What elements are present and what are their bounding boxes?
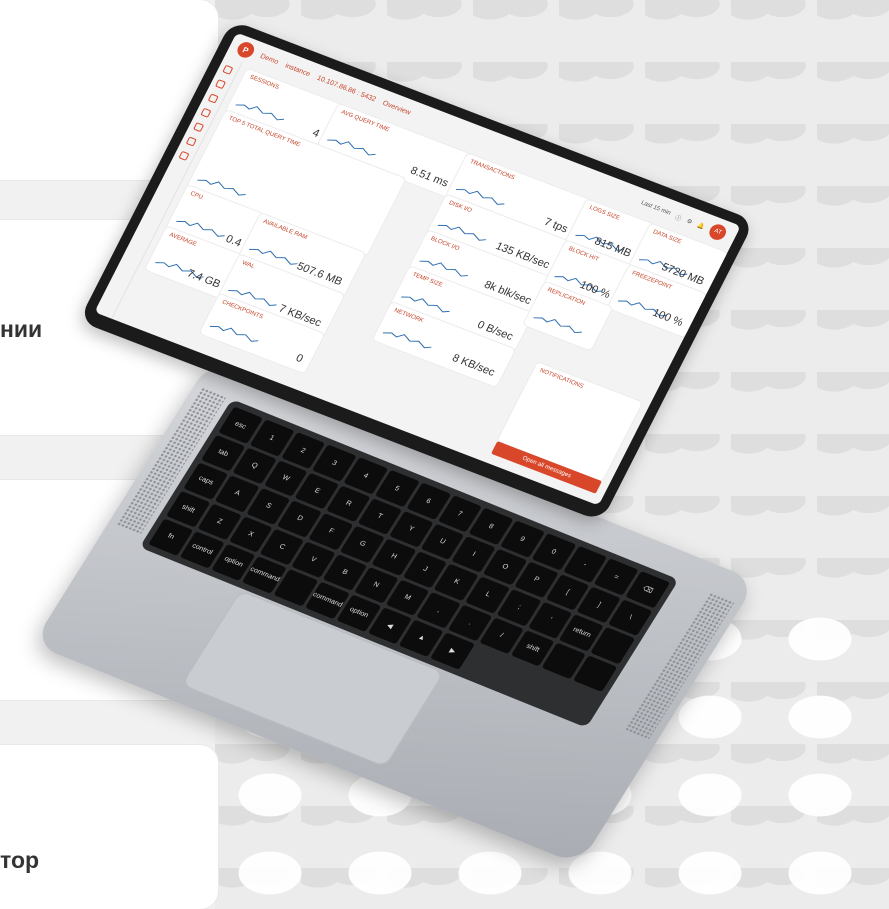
metric-label: WAL — [240, 260, 256, 271]
metric-value: 0.4 — [223, 233, 244, 250]
nav-icon[interactable] — [178, 150, 190, 161]
metric-label: DATA SIZE — [651, 229, 683, 246]
metric-value: 0 — [293, 352, 305, 366]
metric-label: DISK I/O — [447, 200, 473, 215]
sparkline-path — [209, 325, 259, 342]
sparkline — [533, 317, 582, 334]
metric-label: CPU — [189, 190, 204, 201]
breadcrumb-instance[interactable]: instance — [284, 62, 312, 78]
nav-icon[interactable] — [207, 93, 219, 104]
sparkline-path — [533, 317, 582, 334]
nav-icon[interactable] — [200, 107, 212, 118]
metric-value: 8.51 ms — [408, 164, 451, 190]
app-logo[interactable]: P — [234, 39, 257, 60]
info-icon[interactable]: ⓘ — [674, 212, 684, 223]
nav-icon[interactable] — [222, 64, 234, 75]
nav-icon[interactable] — [185, 136, 197, 147]
card-title-partial: тор — [0, 847, 40, 873]
metric-label: LOGS SIZE — [588, 204, 621, 222]
info-card-4: тор — [0, 745, 218, 909]
notifications-title: NOTIFICATIONS — [538, 367, 585, 390]
sparkline — [382, 332, 432, 349]
gear-icon[interactable]: ⚙ — [685, 217, 693, 225]
metric-value: 4 — [310, 127, 322, 141]
breadcrumb-project[interactable]: Demo — [259, 53, 280, 66]
metric-label: SESSIONS — [248, 74, 280, 91]
card-title-partial: нии — [0, 316, 43, 342]
sparkline-path — [382, 332, 432, 349]
metric-value: 8 KB/sec — [450, 352, 497, 379]
nav-icon[interactable] — [193, 122, 205, 133]
sparkline — [209, 325, 259, 342]
bell-icon[interactable]: 🔔 — [696, 221, 706, 230]
nav-icon[interactable] — [214, 79, 227, 90]
breadcrumb-page[interactable]: Overview — [381, 99, 411, 116]
